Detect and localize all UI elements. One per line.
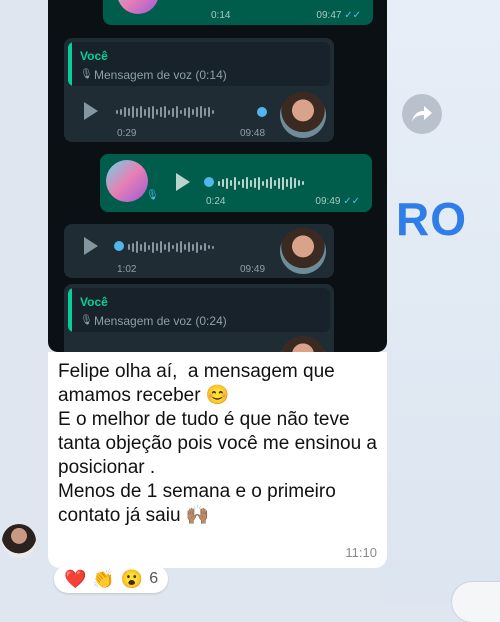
- sender-avatar[interactable]: [2, 524, 36, 558]
- voice-duration: 0:24: [206, 196, 226, 207]
- waveform[interactable]: [128, 239, 214, 255]
- quote-sender: Você: [80, 295, 108, 309]
- waveform[interactable]: [116, 104, 214, 120]
- quote-text: Mensagem de voz (0:14): [94, 68, 227, 82]
- heart-reaction-icon: ❤️: [64, 568, 87, 589]
- voice-duration: 0:14: [211, 10, 231, 21]
- voice-message-outgoing[interactable]: 🎙 0:24 09:49 ✓✓: [100, 154, 372, 212]
- microphone-icon: 🎙: [80, 69, 93, 80]
- message-time: 09:49 ✓✓: [315, 196, 360, 207]
- double-check-icon: ✓✓: [343, 196, 360, 207]
- avatar: [117, 0, 159, 14]
- quoted-message[interactable]: Você 🎙 Mensagem de voz (0:24): [68, 288, 330, 332]
- chat-screenshot-image[interactable]: 0:14 09:47 ✓✓ Você 🎙 Mensagem de voz (0:…: [48, 0, 387, 352]
- background-panel: [380, 0, 500, 603]
- forward-arrow-icon: [412, 106, 432, 122]
- play-icon[interactable]: [176, 173, 190, 191]
- quote-sender: Você: [80, 49, 108, 63]
- message-time: 09:49: [240, 264, 266, 275]
- microphone-icon: 🎙: [146, 190, 159, 201]
- reactions-bar[interactable]: ❤️ 👏 😮 6: [54, 565, 169, 593]
- quoted-message[interactable]: Você 🎙 Mensagem de voz (0:14): [68, 42, 330, 86]
- message-time: 11:10: [345, 545, 377, 560]
- message-text: Felipe olha aí, a mensagem que amamos re…: [58, 361, 377, 526]
- avatar: [106, 160, 148, 202]
- corner-button[interactable]: [452, 582, 500, 622]
- share-button[interactable]: [402, 94, 442, 134]
- double-check-icon: ✓✓: [344, 10, 361, 21]
- voice-reply-incoming[interactable]: Você 🎙 Mensagem de voz (0:24): [64, 284, 334, 352]
- play-icon[interactable]: [84, 237, 98, 255]
- clap-reaction-icon: 👏: [92, 568, 115, 589]
- surprised-reaction-icon: 😮: [120, 568, 144, 589]
- chat-message-bubble[interactable]: Felipe olha aí, a mensagem que amamos re…: [48, 352, 387, 568]
- play-icon[interactable]: [84, 102, 98, 120]
- waveform[interactable]: [218, 175, 304, 191]
- brand-text: RO: [396, 193, 467, 245]
- playback-thumb[interactable]: [114, 241, 124, 251]
- message-time: 09:47 ✓✓: [316, 10, 361, 21]
- avatar: [280, 228, 326, 274]
- voice-duration: 1:02: [117, 264, 137, 275]
- voice-duration: 0:29: [117, 128, 137, 139]
- message-time: 09:48: [240, 128, 266, 139]
- voice-message-outgoing[interactable]: 0:14 09:47 ✓✓: [103, 0, 373, 25]
- avatar: [280, 336, 326, 352]
- playback-thumb[interactable]: [204, 177, 214, 187]
- voice-message-incoming[interactable]: 1:02 09:49: [64, 224, 334, 278]
- playback-thumb[interactable]: [257, 107, 267, 117]
- voice-reply-incoming[interactable]: Você 🎙 Mensagem de voz (0:14) 0:29 09:48: [64, 38, 334, 142]
- quote-text: Mensagem de voz (0:24): [94, 314, 227, 328]
- microphone-icon: 🎙: [80, 315, 93, 326]
- avatar: [280, 92, 326, 138]
- reaction-count: 6: [149, 570, 159, 587]
